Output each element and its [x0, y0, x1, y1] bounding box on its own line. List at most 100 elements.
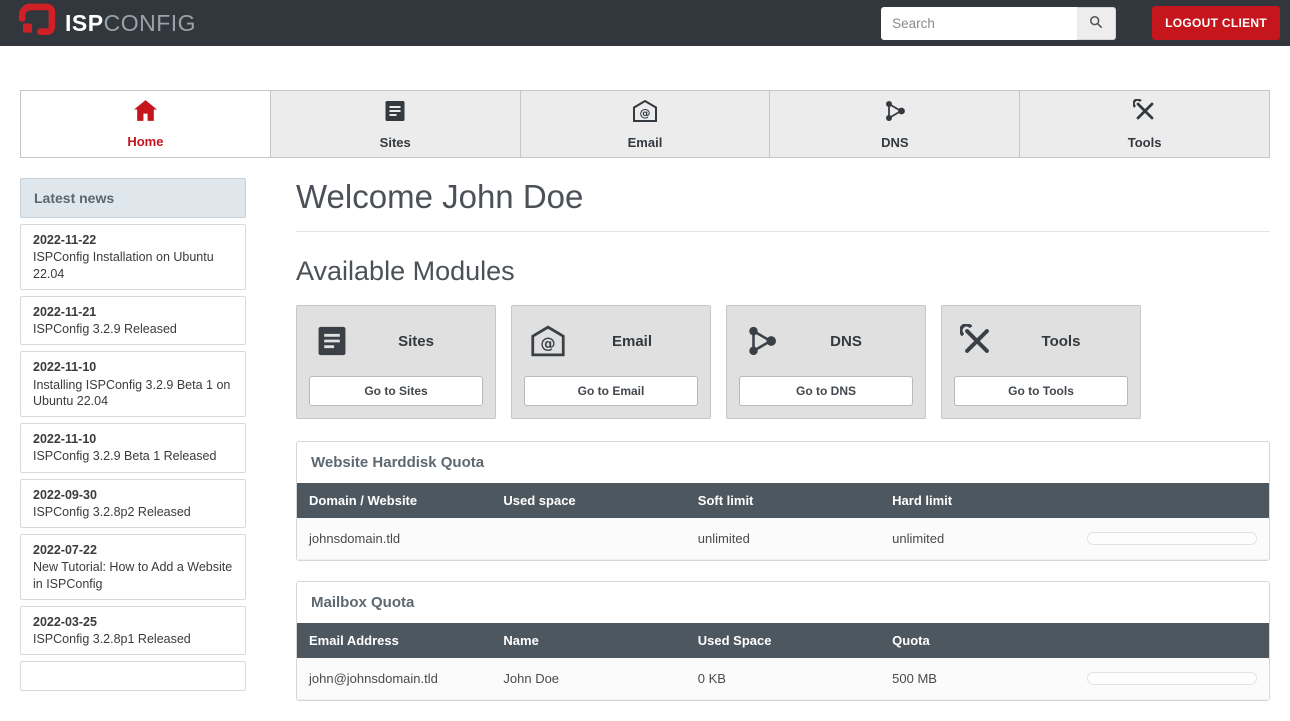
news-title: ISPConfig 3.2.9 Released	[33, 322, 177, 336]
news-item[interactable]: 2022-09-30 ISPConfig 3.2.8p2 Released	[20, 478, 246, 528]
module-card-tools: Tools Go to Tools	[941, 305, 1141, 419]
tab-sites-label: Sites	[379, 134, 411, 150]
brand[interactable]: ISPCONFIG	[18, 2, 196, 45]
dns-icon	[883, 99, 907, 128]
news-date: 2022-07-22	[33, 543, 97, 557]
tab-email-label: Email	[627, 134, 663, 150]
table-header-row: Domain / Website Used space Soft limit H…	[297, 483, 1269, 518]
cell-used-space	[491, 518, 686, 560]
tools-icon	[960, 324, 994, 358]
cell-soft-limit: unlimited	[685, 518, 881, 560]
news-item[interactable]: 2022-03-25 ISPConfig 3.2.8p1 Released	[20, 605, 246, 656]
main-area: Welcome John Doe Available Modules Sites…	[296, 178, 1270, 721]
tab-home-label: Home	[127, 134, 164, 149]
news-item[interactable]: 2022-11-10 ISPConfig 3.2.9 Beta 1 Releas…	[20, 423, 246, 473]
news-title: ISPConfig 3.2.8p2 Released	[33, 504, 191, 519]
news-date: 2022-11-22	[33, 233, 97, 247]
tab-email[interactable]: @ Email	[519, 91, 770, 157]
topbar-right: LOGOUT CLIENT	[881, 6, 1280, 40]
tab-sites[interactable]: Sites	[269, 91, 520, 157]
svg-text:@: @	[639, 106, 650, 119]
column-header: Domain / Website	[297, 483, 492, 518]
column-header: Name	[491, 623, 686, 658]
website-quota-table: Domain / Website Used space Soft limit H…	[297, 483, 1269, 560]
module-card-dns: DNS Go to DNS	[726, 305, 926, 419]
news-item-partial[interactable]	[20, 661, 246, 692]
search-icon	[1089, 15, 1103, 32]
tab-tools-label: Tools	[1127, 134, 1162, 150]
cell-domain: johnsdomain.tld	[297, 518, 492, 560]
brand-text: ISPCONFIG	[65, 9, 196, 36]
tab-home[interactable]: Home	[21, 91, 270, 157]
cell-hard-limit: unlimited	[880, 518, 1075, 560]
go-to-sites-button[interactable]: Go to Sites	[309, 376, 483, 406]
dns-icon	[745, 324, 779, 358]
news-title: Installing ISPConfig 3.2.9 Beta 1 on Ubu…	[33, 377, 231, 408]
mailbox-quota-panel: Mailbox Quota Email Address Name Used Sp…	[296, 581, 1270, 701]
news-date: 2022-09-30	[33, 487, 97, 502]
topbar: ISPCONFIG LOGOUT CLIENT	[0, 0, 1290, 46]
column-header: Used space	[491, 483, 686, 518]
welcome-heading: Welcome John Doe	[296, 178, 1270, 232]
module-card-header: DNS	[739, 318, 913, 364]
home-icon	[133, 99, 158, 127]
tab-dns-label: DNS	[881, 134, 909, 150]
module-card-email: @ Email Go to Email	[511, 305, 711, 419]
news-item[interactable]: 2022-11-10 Installing ISPConfig 3.2.9 Be…	[20, 351, 246, 417]
module-title: DNS	[830, 332, 862, 350]
news-title: New Tutorial: How to Add a Website in IS…	[33, 560, 233, 591]
module-title: Tools	[1041, 332, 1081, 350]
logout-button[interactable]: LOGOUT CLIENT	[1152, 6, 1280, 40]
main-nav: Home Sites @ Email DNS Tools	[20, 90, 1270, 158]
news-date: 2022-11-10	[33, 360, 97, 375]
news-title: ISPConfig 3.2.8p1 Released	[33, 632, 191, 646]
news-item[interactable]: 2022-11-22 ISPConfig Installation on Ubu…	[20, 224, 246, 290]
news-title: ISPConfig Installation on Ubuntu 22.04	[33, 250, 214, 281]
column-header-usage	[1074, 483, 1269, 518]
cell-usage	[1074, 518, 1269, 560]
news-item[interactable]: 2022-07-22 New Tutorial: How to Add a We…	[20, 534, 246, 600]
news-date: 2022-11-10	[33, 432, 97, 446]
column-header: Hard limit	[880, 483, 1075, 518]
latest-news-header: Latest news	[20, 178, 246, 218]
website-quota-panel: Website Harddisk Quota Domain / Website …	[296, 441, 1270, 561]
column-header: Email Address	[297, 623, 492, 658]
brand-text-primary: ISP	[65, 9, 104, 36]
search-input[interactable]	[881, 6, 1078, 40]
quota-progress-bar	[1086, 532, 1257, 545]
ispconfig-logo-icon	[18, 2, 56, 45]
modules-heading: Available Modules	[296, 256, 515, 286]
news-item[interactable]: 2022-11-21 ISPConfig 3.2.9 Released	[20, 295, 246, 346]
website-quota-title: Website Harddisk Quota	[311, 454, 485, 471]
news-title: ISPConfig 3.2.9 Beta 1 Released	[33, 449, 217, 464]
go-to-email-button[interactable]: Go to Email	[524, 376, 698, 406]
module-card-header: @ Email	[524, 318, 698, 364]
email-icon: @	[632, 99, 658, 128]
column-header: Quota	[880, 623, 1075, 658]
column-header-usage	[1074, 623, 1269, 658]
tools-icon	[1132, 97, 1157, 128]
mailbox-quota-title: Mailbox Quota	[311, 594, 415, 611]
module-title: Sites	[398, 332, 434, 350]
column-header: Soft limit	[685, 483, 881, 518]
module-title: Email	[611, 332, 653, 350]
tab-dns[interactable]: DNS	[769, 91, 1019, 157]
module-card-sites: Sites Go to Sites	[296, 305, 496, 419]
module-card-header: Sites	[309, 318, 483, 364]
news-date: 2022-11-21	[33, 304, 97, 319]
table-header-row: Email Address Name Used Space Quota	[297, 623, 1269, 658]
table-row: johnsdomain.tld unlimited unlimited	[297, 518, 1269, 560]
go-to-tools-button[interactable]: Go to Tools	[954, 376, 1128, 406]
sites-icon	[315, 324, 349, 358]
email-icon: @	[530, 324, 566, 358]
module-card-header: Tools	[954, 318, 1128, 364]
news-date: 2022-03-25	[33, 614, 97, 629]
sites-icon	[383, 99, 407, 128]
search-box	[881, 6, 1117, 40]
svg-text:@: @	[540, 335, 555, 353]
modules-row: Sites Go to Sites @ Email Go to Email DN…	[296, 305, 1270, 419]
tab-tools[interactable]: Tools	[1019, 91, 1269, 157]
mailbox-quota-table: Email Address Name Used Space Quota john…	[297, 623, 1269, 700]
go-to-dns-button[interactable]: Go to DNS	[739, 376, 913, 406]
search-button[interactable]	[1077, 6, 1117, 40]
